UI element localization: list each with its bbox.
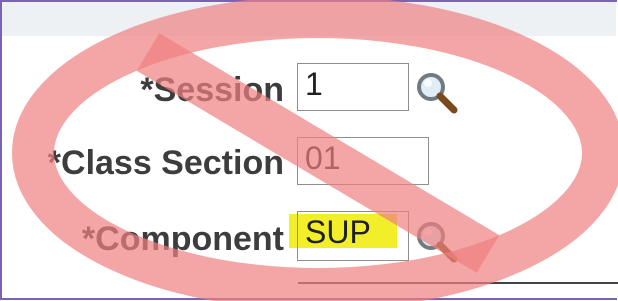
- component-label: *Component: [81, 220, 284, 258]
- header-bar: [2, 2, 616, 36]
- class-section-label: *Class Section: [47, 144, 284, 182]
- component-input[interactable]: SUP: [297, 211, 409, 261]
- class-section-input[interactable]: 01: [297, 137, 429, 185]
- session-label: *Session: [140, 71, 284, 109]
- session-input[interactable]: 1: [297, 63, 409, 111]
- field-underline: [298, 282, 618, 284]
- session-lookup-magnifier-icon[interactable]: [414, 70, 458, 114]
- component-lookup-magnifier-icon[interactable]: [414, 219, 458, 263]
